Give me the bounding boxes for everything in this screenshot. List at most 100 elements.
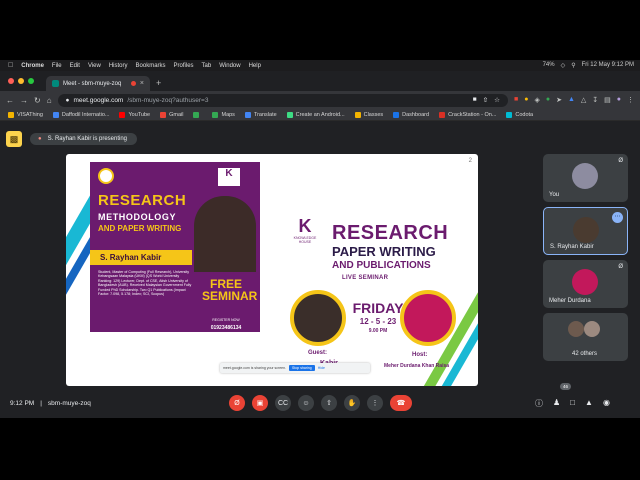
bookmark-label: Classes bbox=[363, 111, 384, 118]
bookmark-item[interactable]: YouTube bbox=[119, 111, 151, 118]
bookmark-star-icon[interactable]: ☆ bbox=[494, 96, 500, 104]
chrome-menu-icon[interactable]: ⋮ bbox=[627, 96, 634, 104]
puzzle-icon[interactable]: △ bbox=[581, 96, 586, 104]
more-options-icon[interactable]: ⋯ bbox=[612, 212, 623, 223]
participant-tile-meher[interactable]: Ø Meher Durdana bbox=[543, 260, 628, 308]
bookmark-item[interactable]: Create an Android... bbox=[286, 111, 345, 118]
captions-button[interactable]: CC bbox=[275, 395, 291, 411]
bookmark-item[interactable]: Codota bbox=[506, 111, 534, 118]
bookmark-item[interactable]: Gmail bbox=[160, 111, 183, 118]
camera-off-button[interactable]: ▣ bbox=[252, 395, 268, 411]
site-info-icon[interactable]: ● bbox=[66, 97, 70, 104]
bookmark-item[interactable]: CrackStation - On... bbox=[439, 111, 497, 118]
knowledge-house-caption: KNOWLEDGE HOUSE bbox=[293, 236, 317, 244]
info-icon[interactable]: ⓘ bbox=[535, 398, 543, 409]
camera-permission-icon[interactable]: ■ bbox=[473, 96, 477, 104]
present-button[interactable]: ⇧ bbox=[321, 395, 337, 411]
bookmark-item[interactable]: Daffodil Internatio... bbox=[52, 111, 109, 118]
menu-bookmarks[interactable]: Bookmarks bbox=[136, 63, 166, 69]
screen-sharing-bar: meet.google.com is sharing your screen. … bbox=[220, 363, 370, 373]
extension-icon-5[interactable]: ➤ bbox=[556, 96, 562, 104]
menu-tab[interactable]: Tab bbox=[202, 63, 212, 69]
menu-view[interactable]: View bbox=[88, 63, 101, 69]
close-window-icon[interactable] bbox=[8, 78, 14, 84]
bookmark-item[interactable]: VISAThing bbox=[8, 111, 43, 118]
university-emblem-icon bbox=[98, 168, 114, 184]
participant-tile-you[interactable]: Ø You bbox=[543, 154, 628, 202]
menu-chrome[interactable]: Chrome bbox=[21, 63, 44, 69]
apple-icon[interactable]:  bbox=[8, 62, 13, 69]
share-icon[interactable]: ⇧ bbox=[483, 96, 488, 104]
profile-avatar[interactable]: ● bbox=[617, 96, 621, 104]
poster-free-seminar: FREE SEMINAR bbox=[202, 277, 258, 303]
bookmark-favicon-icon bbox=[119, 111, 126, 118]
reload-icon[interactable]: ↻ bbox=[34, 96, 41, 105]
more-options-button[interactable]: ⋮ bbox=[367, 395, 383, 411]
bookmark-favicon-icon bbox=[52, 111, 59, 118]
url-host: meet.google.com bbox=[73, 96, 124, 104]
bookmark-item[interactable]: Dashboard bbox=[393, 111, 430, 118]
present-screen-icon[interactable]: ▩ bbox=[6, 131, 22, 147]
wifi-icon[interactable]: ◇ bbox=[561, 62, 566, 69]
bookmark-label: CrackStation - On... bbox=[448, 111, 497, 118]
menubar-clock[interactable]: Fri 12 May 9:12 PM bbox=[582, 62, 634, 69]
forward-icon[interactable]: → bbox=[20, 96, 28, 105]
bookmark-item[interactable] bbox=[193, 111, 202, 118]
bookmark-item[interactable]: Classes bbox=[354, 111, 384, 118]
chat-icon[interactable]: □ bbox=[570, 398, 575, 409]
battery-percent[interactable]: 74% bbox=[543, 62, 555, 69]
minimize-window-icon[interactable] bbox=[18, 78, 24, 84]
extension-icon-4[interactable]: ● bbox=[546, 96, 550, 104]
menu-edit[interactable]: Edit bbox=[70, 63, 80, 69]
menu-window[interactable]: Window bbox=[219, 63, 240, 69]
people-icon[interactable]: ♟ bbox=[553, 398, 560, 409]
recording-dot-icon bbox=[130, 81, 136, 86]
download-icon[interactable]: ↧ bbox=[592, 96, 598, 104]
poster-phone: 01923486134 bbox=[210, 325, 242, 331]
bookmark-item[interactable]: Maps bbox=[212, 111, 235, 118]
search-icon[interactable]: ⚲ bbox=[571, 62, 575, 69]
slide-guest-label: Guest: bbox=[308, 350, 328, 356]
extension-icon-1[interactable]: ■ bbox=[514, 96, 518, 104]
close-tab-icon[interactable]: × bbox=[140, 80, 144, 87]
mac-menu-bar:  Chrome File Edit View History Bookmark… bbox=[0, 60, 640, 71]
avatar bbox=[573, 217, 599, 243]
slide-time: 9.00 PM bbox=[368, 328, 388, 334]
zoom-window-icon[interactable] bbox=[28, 78, 34, 84]
participant-tile-presenter[interactable]: ⋯ S. Rayhan Kabir bbox=[543, 207, 628, 255]
extension-icon-2[interactable]: ● bbox=[524, 96, 528, 104]
bookmark-label: Create an Android... bbox=[295, 111, 345, 118]
menu-help[interactable]: Help bbox=[249, 63, 261, 69]
address-bar[interactable]: ● meet.google.com/sbm-muye-zoq?authuser=… bbox=[57, 93, 508, 107]
address-row: ← → ↻ ⌂ ● meet.google.com/sbm-muye-zoq?a… bbox=[0, 91, 640, 109]
menu-history[interactable]: History bbox=[109, 63, 128, 69]
participant-tile-others[interactable]: 42 others bbox=[543, 313, 628, 361]
home-icon[interactable]: ⌂ bbox=[47, 96, 52, 105]
slide-title-publications: AND PUBLICATIONS bbox=[332, 260, 431, 271]
bookmark-label: YouTube bbox=[128, 111, 151, 118]
raise-hand-button[interactable]: ✋ bbox=[344, 395, 360, 411]
bookmark-item[interactable]: Translate bbox=[244, 111, 277, 118]
menu-profiles[interactable]: Profiles bbox=[174, 63, 194, 69]
slide-date: 12 - 5 - 23 bbox=[359, 317, 397, 326]
menu-file[interactable]: File bbox=[52, 63, 62, 69]
meeting-code: sbm-muye-zoq bbox=[47, 399, 91, 407]
stop-sharing-button[interactable]: Stop sharing bbox=[289, 365, 315, 371]
bookmark-label: Codota bbox=[515, 111, 534, 118]
new-tab-icon[interactable]: + bbox=[156, 78, 161, 88]
bookmark-label: Dashboard bbox=[402, 111, 430, 118]
bookmark-favicon-icon bbox=[439, 111, 446, 118]
extension-icon-6[interactable]: ▲ bbox=[568, 96, 575, 104]
extension-icon-3[interactable]: ◈ bbox=[534, 96, 539, 104]
back-icon[interactable]: ← bbox=[6, 96, 14, 105]
end-call-button[interactable]: ☎ bbox=[390, 395, 412, 411]
activities-icon[interactable]: ▲ bbox=[585, 398, 593, 409]
slide-host-name: Meher Durdana Khan Raisa bbox=[384, 363, 450, 369]
call-controls: Ø ▣ CC ☺ ⇧ ✋ ⋮ ☎ bbox=[229, 395, 412, 411]
hide-sharing-bar-button[interactable]: Hide bbox=[318, 366, 325, 370]
sidebar-icon[interactable]: ▤ bbox=[604, 96, 611, 104]
lock-icon[interactable]: ◉ bbox=[603, 398, 610, 409]
emoji-button[interactable]: ☺ bbox=[298, 395, 314, 411]
tab-meet[interactable]: Meet - sbm-muye-zoq × bbox=[46, 76, 150, 91]
mic-off-button[interactable]: Ø bbox=[229, 395, 245, 411]
